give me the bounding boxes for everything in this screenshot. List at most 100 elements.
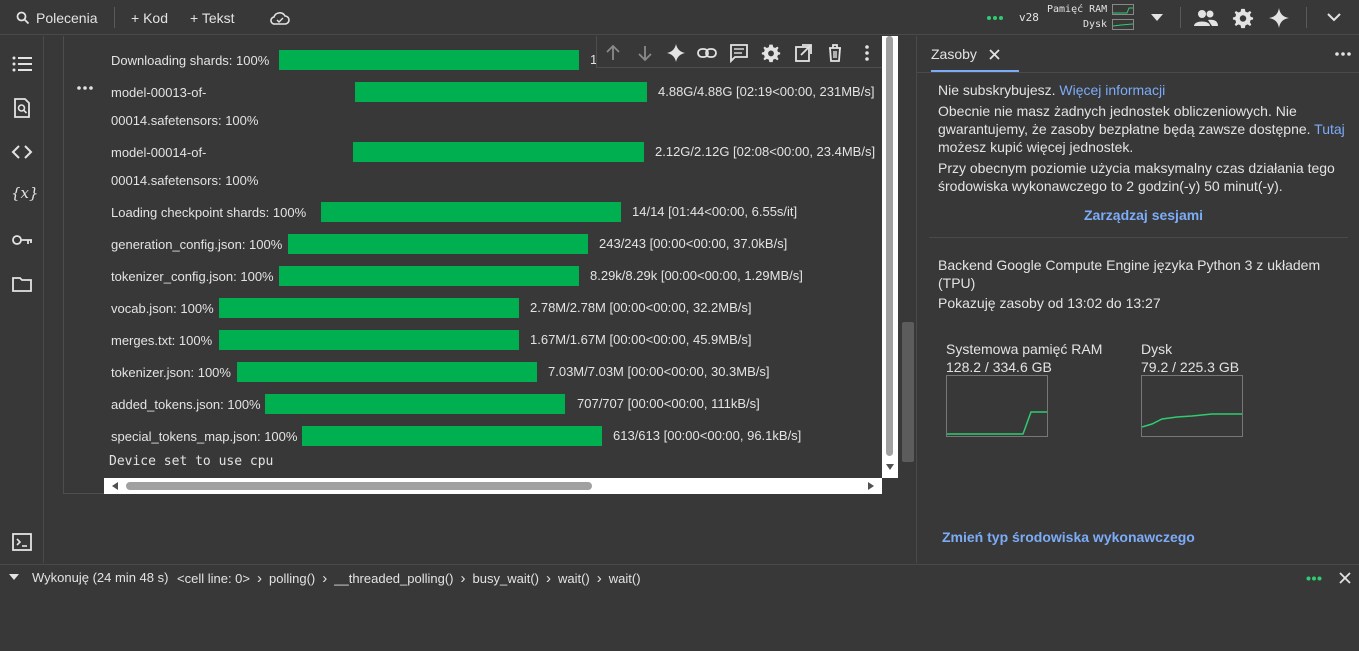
compute-units-text-3: możesz kupić więcej jednostek. — [938, 139, 1134, 155]
find-in-page-icon[interactable] — [11, 97, 33, 119]
change-runtime-link[interactable]: Zmień typ środowiska wykonawczego — [942, 528, 1195, 546]
progress-bar — [279, 50, 579, 70]
collapse-header-button[interactable] — [1327, 0, 1341, 35]
ram-usage-graph — [946, 375, 1048, 437]
top-bar: Polecenia + Kod + Tekst v28 Pamięć RAM D… — [0, 0, 1359, 35]
settings-button[interactable] — [1232, 0, 1254, 35]
chevron-right-icon: › — [596, 570, 602, 587]
disk-usage-graph — [1141, 375, 1243, 437]
caret-down-icon[interactable] — [9, 574, 19, 581]
more-dots-icon[interactable] — [1306, 576, 1322, 581]
toolbar-divider — [1180, 7, 1181, 28]
share-button[interactable] — [1194, 0, 1218, 35]
arrow-up-icon[interactable] — [603, 43, 623, 63]
chevron-right-icon: › — [257, 570, 262, 587]
horizontal-scroll-thumb[interactable] — [126, 482, 592, 490]
commands-button[interactable]: Polecenia — [16, 0, 98, 35]
progress-bar — [279, 266, 579, 286]
disk-mini-graph — [1112, 19, 1134, 30]
gear-icon[interactable] — [761, 43, 781, 63]
breadcrumb-item[interactable]: busy_wait() — [473, 571, 539, 586]
add-code-button[interactable]: + Kod — [131, 0, 168, 35]
breadcrumb-item[interactable]: wait() — [558, 571, 590, 586]
breadcrumb-item[interactable]: polling() — [269, 571, 315, 586]
more-horizontal-icon — [77, 86, 93, 90]
scroll-left-icon[interactable] — [112, 482, 118, 490]
runtime-status-button[interactable] — [986, 0, 1004, 35]
execution-status: Wykonuję (24 min 48 s) — [32, 570, 169, 585]
backend-text: Backend Google Compute Engine języka Pyt… — [938, 257, 1321, 273]
chevron-down-icon — [1327, 13, 1341, 22]
people-icon — [1194, 9, 1218, 26]
add-text-button[interactable]: + Tekst — [190, 0, 235, 35]
progress-label: model-00014-of- — [111, 144, 207, 160]
breadcrumb-item[interactable]: wait() — [609, 571, 641, 586]
trash-icon[interactable] — [825, 43, 845, 63]
more-info-link[interactable]: Więcej informacji — [1059, 82, 1165, 98]
progress-bar — [265, 394, 565, 414]
section-divider — [929, 237, 1348, 238]
runtime-menu-button[interactable] — [1151, 0, 1163, 35]
progress-label: model-00013-of- — [111, 84, 207, 100]
progress-stat: 7.03M/7.03M [00:00<00:00, 30.3MB/s] — [548, 364, 770, 379]
gemini-button[interactable] — [1268, 0, 1290, 35]
variables-icon[interactable]: {x} — [11, 184, 39, 206]
toolbar-divider — [1306, 7, 1307, 28]
ram-title: Systemowa pamięć RAM — [946, 341, 1103, 357]
notebook-scroll-thumb[interactable] — [902, 322, 914, 462]
vertical-scrollbar[interactable] — [882, 36, 898, 478]
progress-label: generation_config.json: 100% — [111, 236, 283, 252]
manage-sessions-link[interactable]: Zarządzaj sesjami — [1084, 206, 1203, 224]
call-stack-breadcrumb: <cell line: 0> › polling() › __threaded_poll… — [177, 570, 641, 587]
more-horizontal-icon[interactable] — [1334, 51, 1352, 57]
progress-bar — [219, 298, 519, 318]
sparkle-icon — [1269, 7, 1289, 28]
commands-label: Polecenia — [36, 9, 98, 26]
open-in-tab-icon[interactable] — [793, 43, 813, 63]
progress-label: vocab.json: 100% — [111, 300, 214, 316]
breadcrumb-item[interactable]: <cell line: 0> — [177, 571, 250, 586]
progress-bar — [288, 234, 588, 254]
output-final-text: Device set to use cpu — [109, 453, 274, 469]
arrow-down-icon[interactable] — [635, 43, 655, 63]
breadcrumb-item[interactable]: __threaded_polling() — [334, 571, 453, 586]
progress-label: special_tokens_map.json: 100% — [111, 428, 298, 444]
add-text-label: + Tekst — [190, 9, 235, 26]
drive-save-button[interactable] — [270, 0, 290, 35]
cell-output: Device set to use cpu Downloading shards… — [104, 36, 898, 494]
progress-bar — [219, 330, 519, 350]
progress-label: tokenizer_config.json: 100% — [111, 268, 274, 284]
vertical-scroll-thumb[interactable] — [886, 36, 893, 456]
scroll-right-icon[interactable] — [868, 482, 874, 490]
progress-label: Downloading shards: 100% — [111, 52, 270, 68]
close-icon[interactable] — [989, 48, 1000, 60]
link-icon[interactable] — [697, 43, 717, 63]
output-menu-button[interactable] — [76, 78, 94, 96]
search-icon — [16, 11, 30, 24]
close-icon[interactable] — [1339, 572, 1351, 584]
scroll-down-icon[interactable] — [886, 464, 894, 470]
progress-bar — [355, 82, 647, 102]
code-snippets-icon[interactable] — [11, 141, 33, 163]
folder-icon[interactable] — [11, 273, 33, 295]
runtime-version: v28 — [1019, 11, 1039, 24]
subscription-text: Nie subskrybujesz. — [938, 82, 1056, 98]
here-link[interactable]: Tutaj — [1314, 121, 1345, 137]
terminal-icon[interactable] — [11, 531, 33, 553]
progress-stat: 1.67M/1.67M [00:00<00:00, 45.9MB/s] — [530, 332, 752, 347]
horizontal-scrollbar[interactable] — [104, 478, 882, 494]
progress-label: 00014.safetensors: 100% — [111, 112, 259, 128]
sparkle-icon[interactable] — [666, 43, 686, 63]
compute-units-line2: gwarantujemy, że zasoby bezpłatne będą z… — [938, 120, 1345, 138]
progress-bar — [321, 202, 621, 222]
more-vertical-icon[interactable] — [857, 43, 877, 63]
table-of-contents-icon[interactable] — [11, 53, 33, 75]
cloud-icon — [270, 11, 290, 25]
comment-icon[interactable] — [729, 43, 749, 63]
key-icon[interactable] — [11, 229, 33, 251]
progress-bar — [302, 426, 602, 446]
runtime-limit-text: Przy obecnym poziomie użycia maksymalny … — [938, 160, 1335, 176]
tab-resources[interactable]: Zasoby — [931, 36, 1000, 72]
chevron-right-icon: › — [322, 570, 328, 587]
subscription-line: Nie subskrybujesz. Więcej informacji — [938, 81, 1165, 99]
